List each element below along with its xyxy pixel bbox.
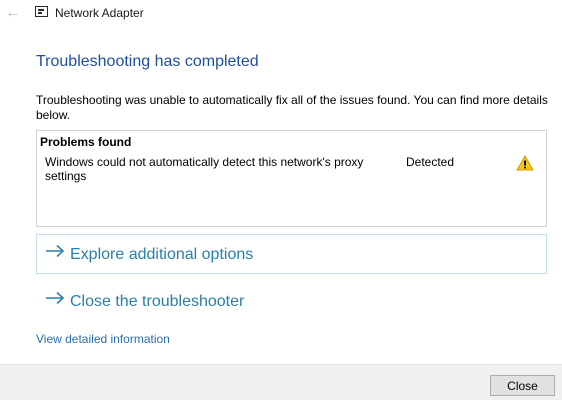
- explore-options-label: Explore additional options: [70, 246, 254, 263]
- close-troubleshooter-label: Close the troubleshooter: [70, 293, 245, 310]
- close-button[interactable]: Close: [490, 375, 555, 396]
- problem-description: Windows could not automatically detect t…: [45, 155, 364, 183]
- problems-header: Problems found: [40, 135, 132, 149]
- view-details-link[interactable]: View detailed information: [36, 332, 170, 346]
- problem-status: Detected: [406, 155, 455, 169]
- footer-bar: Close: [0, 364, 562, 400]
- problems-panel: Problems found Windows could not automat…: [36, 130, 547, 227]
- close-troubleshooter-button[interactable]: Close the troubleshooter: [36, 281, 547, 321]
- arrow-right-icon: [46, 244, 65, 258]
- result-description: Troubleshooting was unable to automatica…: [36, 93, 548, 122]
- title-bar: ← Network Adapter: [0, 0, 562, 26]
- network-adapter-icon: [35, 6, 48, 17]
- window-title: Network Adapter: [55, 6, 144, 20]
- back-arrow-icon[interactable]: ←: [4, 4, 22, 22]
- explore-options-button[interactable]: Explore additional options: [36, 234, 547, 274]
- warning-icon: [516, 155, 534, 171]
- arrow-right-icon: [46, 291, 65, 305]
- page-title: Troubleshooting has completed: [36, 53, 259, 70]
